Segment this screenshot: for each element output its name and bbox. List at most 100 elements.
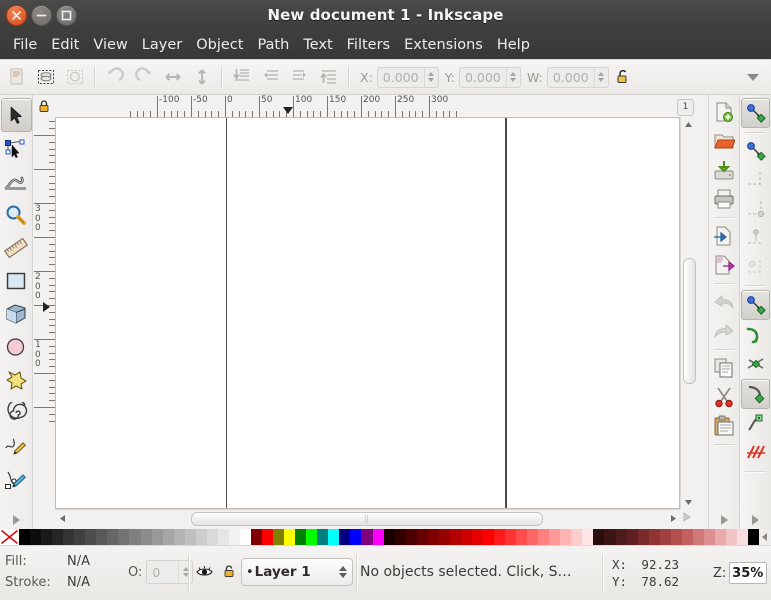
palette-swatch[interactable] <box>41 529 53 545</box>
menu-edit[interactable]: Edit <box>44 34 86 56</box>
palette-swatch[interactable] <box>129 529 141 545</box>
palette-swatch[interactable] <box>593 529 605 545</box>
snap-bbox-corners-button[interactable] <box>742 195 769 223</box>
palette-swatch[interactable] <box>394 529 406 545</box>
toolbox-overflow-icon[interactable] <box>12 515 20 525</box>
select-all-in-layers-icon[interactable] <box>32 64 59 91</box>
palette-swatch[interactable] <box>726 529 738 545</box>
y-field[interactable]: 0.000 <box>458 66 521 88</box>
palette-swatch[interactable] <box>350 529 362 545</box>
measure-tool[interactable] <box>2 232 31 264</box>
palette-swatch[interactable] <box>405 529 417 545</box>
snap-smooth-nodes-button[interactable] <box>742 410 769 438</box>
palette-swatch[interactable] <box>571 529 583 545</box>
flip-vertical-icon[interactable] <box>188 64 215 91</box>
flip-horizontal-icon[interactable] <box>159 64 186 91</box>
opacity-control[interactable]: O: 0 <box>128 560 194 584</box>
palette-swatch[interactable] <box>217 529 229 545</box>
selector-tool[interactable] <box>0 98 32 132</box>
fill-row[interactable]: Fill: N/A <box>5 551 125 572</box>
palette-swatch[interactable] <box>96 529 108 545</box>
select-all-icon[interactable] <box>3 64 30 91</box>
star-tool[interactable] <box>2 364 31 396</box>
menu-text[interactable]: Text <box>296 34 339 56</box>
opacity-stepper[interactable] <box>178 561 192 583</box>
vertical-scroll-thumb[interactable] <box>683 258 696 384</box>
snap-to-nodes-button[interactable] <box>741 379 770 409</box>
raise-to-top-icon[interactable] <box>315 64 342 91</box>
palette-swatch[interactable] <box>162 529 174 545</box>
menu-extensions[interactable]: Extensions <box>397 34 490 56</box>
palette-swatch[interactable] <box>516 529 528 545</box>
fill-stroke-indicator[interactable]: Fill: N/A Stroke: N/A <box>5 551 125 593</box>
new-document-button[interactable] <box>711 98 738 126</box>
palette-swatch[interactable] <box>449 529 461 545</box>
horizontal-scroll-trough[interactable]: ⣿ <box>70 512 665 526</box>
lower-to-bottom-icon[interactable] <box>228 64 255 91</box>
tweak-tool[interactable] <box>2 166 31 198</box>
raise-one-step-icon[interactable] <box>286 64 313 91</box>
palette-swatch[interactable] <box>681 529 693 545</box>
palette-swatch[interactable] <box>438 529 450 545</box>
save-document-button[interactable] <box>711 156 738 184</box>
layer-selector[interactable]: • Layer 1 <box>241 558 353 586</box>
3d-box-tool[interactable] <box>2 298 31 330</box>
palette-swatch[interactable] <box>714 529 726 545</box>
command-bar-overflow-icon[interactable] <box>720 515 728 525</box>
palette-swatch[interactable] <box>737 529 749 545</box>
deselect-icon[interactable] <box>61 64 88 91</box>
palette-swatch[interactable] <box>471 529 483 545</box>
palette-swatch[interactable] <box>295 529 307 545</box>
canvas-vertical-scrollbar[interactable] <box>680 117 696 509</box>
palette-swatch[interactable] <box>228 529 240 545</box>
menu-object[interactable]: Object <box>189 34 250 56</box>
scrollbar-corner-icon[interactable] <box>680 509 695 525</box>
menu-layer[interactable]: Layer <box>135 34 189 56</box>
rectangle-tool[interactable] <box>2 265 31 297</box>
palette-swatch[interactable] <box>74 529 86 545</box>
spiral-tool[interactable] <box>2 397 31 429</box>
open-document-button[interactable] <box>711 127 738 155</box>
palette-swatch[interactable] <box>361 529 373 545</box>
drawing-canvas[interactable] <box>55 117 680 509</box>
snap-to-paths-button[interactable] <box>742 321 769 349</box>
undo-button[interactable] <box>711 288 738 316</box>
scroll-left-icon[interactable] <box>55 512 69 525</box>
rotate-ccw-90-icon[interactable] <box>101 64 128 91</box>
vertical-scroll-trough[interactable] <box>683 132 696 494</box>
palette-swatch[interactable] <box>273 529 285 545</box>
palette-swatch[interactable] <box>85 529 97 545</box>
menu-help[interactable]: Help <box>490 34 537 56</box>
enable-snapping-button[interactable] <box>741 98 770 128</box>
scroll-up-icon[interactable] <box>682 117 695 131</box>
palette-swatch[interactable] <box>63 529 75 545</box>
layer-selector-stepper[interactable] <box>337 566 348 578</box>
snap-bar-overflow-icon[interactable] <box>752 515 759 525</box>
palette-swatch[interactable] <box>151 529 163 545</box>
snap-bounding-box-button[interactable] <box>742 137 769 165</box>
snap-midpoints-button[interactable] <box>742 439 769 467</box>
palette-swatch[interactable] <box>195 529 207 545</box>
menu-file[interactable]: File <box>6 34 44 56</box>
none-color-swatch[interactable] <box>0 529 19 545</box>
x-field-stepper[interactable] <box>423 67 438 87</box>
palette-swatch[interactable] <box>626 529 638 545</box>
menu-path[interactable]: Path <box>250 34 296 56</box>
opacity-field[interactable]: 0 <box>146 560 194 584</box>
paste-button[interactable] <box>711 412 738 440</box>
y-field-stepper[interactable] <box>505 67 520 87</box>
palette-swatch[interactable] <box>416 529 428 545</box>
palette-swatch[interactable] <box>692 529 704 545</box>
vertical-ruler[interactable]: 300 200 100 <box>33 117 56 509</box>
palette-swatch[interactable] <box>184 529 196 545</box>
menu-view[interactable]: View <box>86 34 134 56</box>
palette-swatch[interactable] <box>615 529 627 545</box>
zoom-control[interactable]: Z: 35% <box>713 562 771 584</box>
ruler-unit-selector[interactable]: 1 <box>677 99 694 116</box>
palette-swatch[interactable] <box>549 529 561 545</box>
cut-button[interactable] <box>711 383 738 411</box>
palette-swatch[interactable] <box>52 529 64 545</box>
palette-swatch[interactable] <box>460 529 472 545</box>
snap-path-intersections-button[interactable] <box>742 350 769 378</box>
eye-icon[interactable] <box>196 565 213 581</box>
